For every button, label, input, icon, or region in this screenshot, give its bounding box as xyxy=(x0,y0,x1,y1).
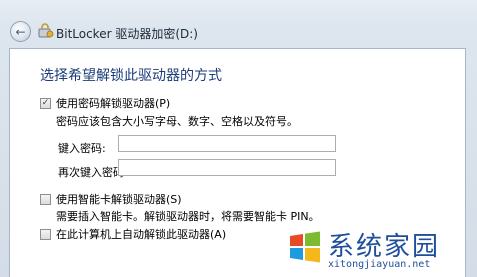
bitlocker-icon xyxy=(38,23,54,38)
page-heading: 选择希望解锁此驱动器的方式 xyxy=(40,68,222,84)
window-frame: ← BitLocker 驱动器加密(D:) 选择希望解锁此驱动器的方式 ✓ 使用… xyxy=(0,0,477,277)
password-note: 密码应该包含大小写字母、数字、空格以及符号。 xyxy=(56,115,298,128)
checkmark-icon: ✓ xyxy=(41,97,50,108)
password-checkbox[interactable]: ✓ xyxy=(40,97,51,109)
watermark-title: 系统家园 xyxy=(328,232,441,262)
back-arrow-icon: ← xyxy=(15,24,26,39)
title-bar: ← BitLocker 驱动器加密(D:) xyxy=(0,19,477,49)
auto-unlock-option[interactable]: 在此计算机上自动解锁此驱动器(A) xyxy=(40,226,226,242)
smartcard-option-label: 使用智能卡解锁驱动器(S) xyxy=(56,193,182,206)
back-button[interactable]: ← xyxy=(10,21,31,42)
auto-unlock-checkbox[interactable] xyxy=(40,228,51,240)
smartcard-option[interactable]: 使用智能卡解锁驱动器(S) xyxy=(40,191,182,207)
enter-password-label: 键入密码: xyxy=(58,142,106,155)
smartcard-checkbox[interactable] xyxy=(40,193,51,205)
password-option-label: 使用密码解锁驱动器(P) xyxy=(56,97,171,110)
site-watermark: 系统家园 xitongjiayuan.net xyxy=(288,226,477,277)
enter-password-input[interactable] xyxy=(118,135,336,152)
auto-unlock-option-label: 在此计算机上自动解锁此驱动器(A) xyxy=(56,228,227,241)
windows-logo-icon xyxy=(290,231,320,263)
watermark-url: xitongjiayuan.net xyxy=(328,259,431,270)
window-title: BitLocker 驱动器加密(D:) xyxy=(56,27,198,41)
smartcard-note: 需要插入智能卡。解锁驱动器时，将需要智能卡 PIN。 xyxy=(56,210,320,223)
password-option[interactable]: ✓ 使用密码解锁驱动器(P) xyxy=(40,95,170,111)
reenter-password-input[interactable] xyxy=(118,159,336,176)
